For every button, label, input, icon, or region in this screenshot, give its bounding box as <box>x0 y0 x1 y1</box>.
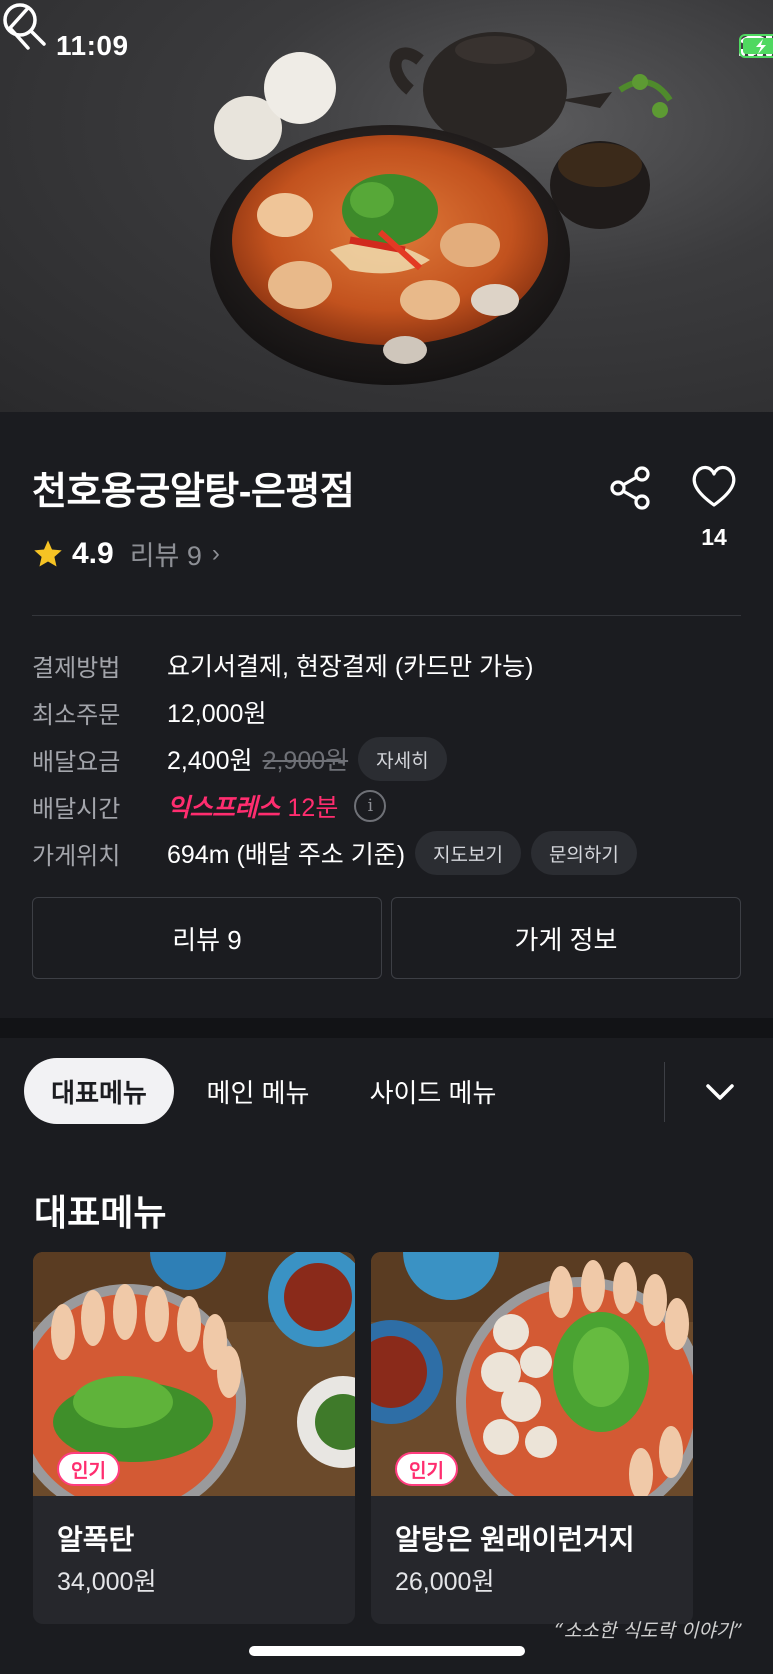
payment-value: 요기서결제, 현장결제 (카드만 가능) <box>167 653 534 681</box>
menu-item-price: 26,000원 <box>395 1568 495 1596</box>
fee-detail-button[interactable]: 자세히 <box>358 737 447 781</box>
delivery-fee-row: 배달요금 2,400원 2,900원 자세히 <box>32 737 447 781</box>
menu-item-name: 알폭탄 <box>57 1524 135 1555</box>
delivery-time-row: 배달시간 익스프레스 12분 i <box>32 786 387 826</box>
category-tab-featured[interactable]: 대표메뉴 <box>24 1058 174 1124</box>
map-view-button[interactable]: 지도보기 <box>415 831 521 875</box>
store-name: 천호용궁알탕-은평점 <box>32 471 355 513</box>
inquiry-button[interactable]: 문의하기 <box>530 831 637 875</box>
location-value: 694m (배달 주소 기준) <box>167 841 406 869</box>
min-order-label: 최소주문 <box>32 701 121 729</box>
menu-item-name: 알탕은 원래이런거지 <box>395 1524 635 1555</box>
delivery-fee-value: 2,400원 <box>167 747 253 775</box>
chevron-right-icon[interactable]: › <box>212 540 220 568</box>
review-count-link[interactable]: 리뷰 9 <box>130 534 202 573</box>
section-title: 대표메뉴 <box>34 1192 167 1233</box>
status-time: 11:09 <box>56 30 129 61</box>
info-icon[interactable]: i <box>354 790 387 822</box>
category-tab-side[interactable]: 사이드 메뉴 <box>350 1058 516 1124</box>
reviews-tab-button[interactable]: 리뷰 9 <box>32 897 382 979</box>
original-fee: 2,900원 <box>262 747 349 775</box>
section-separator <box>0 1018 773 1038</box>
category-bar: 대표메뉴 메인 메뉴 사이드 메뉴 <box>0 1038 773 1146</box>
battery-icon <box>739 34 773 58</box>
min-order-value: 12,000원 <box>167 700 267 728</box>
featured-menu-section: 대표메뉴 인기 알폭탄 34,000원 인기 알탕은 원래이런거지 26,000… <box>0 1146 773 1674</box>
chevron-down-icon[interactable] <box>700 1072 740 1112</box>
category-divider <box>664 1062 665 1122</box>
like-count: 14 <box>701 524 727 550</box>
delivery-time-label: 배달시간 <box>32 795 121 823</box>
share-icon[interactable] <box>606 462 658 514</box>
menu-card[interactable]: 인기 알폭탄 34,000원 <box>33 1252 355 1624</box>
menu-card[interactable]: 인기 알탕은 원래이런거지 26,000원 <box>371 1252 693 1624</box>
popular-badge: 인기 <box>57 1452 120 1486</box>
payment-row: 결제방법 요기서결제, 현장결제 (카드만 가능) <box>32 645 533 685</box>
search-icon[interactable] <box>0 0 48 48</box>
hero-image: 11:09 <box>0 0 773 412</box>
rating-row: 4.9 리뷰 9 › <box>32 534 220 573</box>
popular-badge: 인기 <box>395 1452 458 1486</box>
watermark: “소소한 식도락 이야기” <box>554 1620 743 1642</box>
payment-label: 결제방법 <box>32 654 121 682</box>
heart-icon[interactable] <box>688 460 740 512</box>
store-info-tab-button[interactable]: 가게 정보 <box>391 897 741 979</box>
delivery-fee-label: 배달요금 <box>32 748 121 776</box>
divider <box>32 615 741 616</box>
star-icon <box>34 539 62 567</box>
home-indicator[interactable] <box>249 1646 525 1656</box>
store-info-panel: 천호용궁알탕-은평점 4.9 리뷰 9 › 14 결제방법 요기서결제, 현장결… <box>0 412 773 1018</box>
rating-value: 4.9 <box>72 536 114 570</box>
category-tab-main[interactable]: 메인 메뉴 <box>186 1058 330 1124</box>
min-order-row: 최소주문 12,000원 <box>32 692 266 732</box>
menu-item-price: 34,000원 <box>57 1568 157 1596</box>
location-label: 가게위치 <box>32 842 121 870</box>
express-label: 익스프레스 <box>167 794 280 822</box>
location-row: 가게위치 694m (배달 주소 기준) 지도보기 문의하기 <box>32 831 637 875</box>
delivery-time-value: 12분 <box>287 794 339 822</box>
